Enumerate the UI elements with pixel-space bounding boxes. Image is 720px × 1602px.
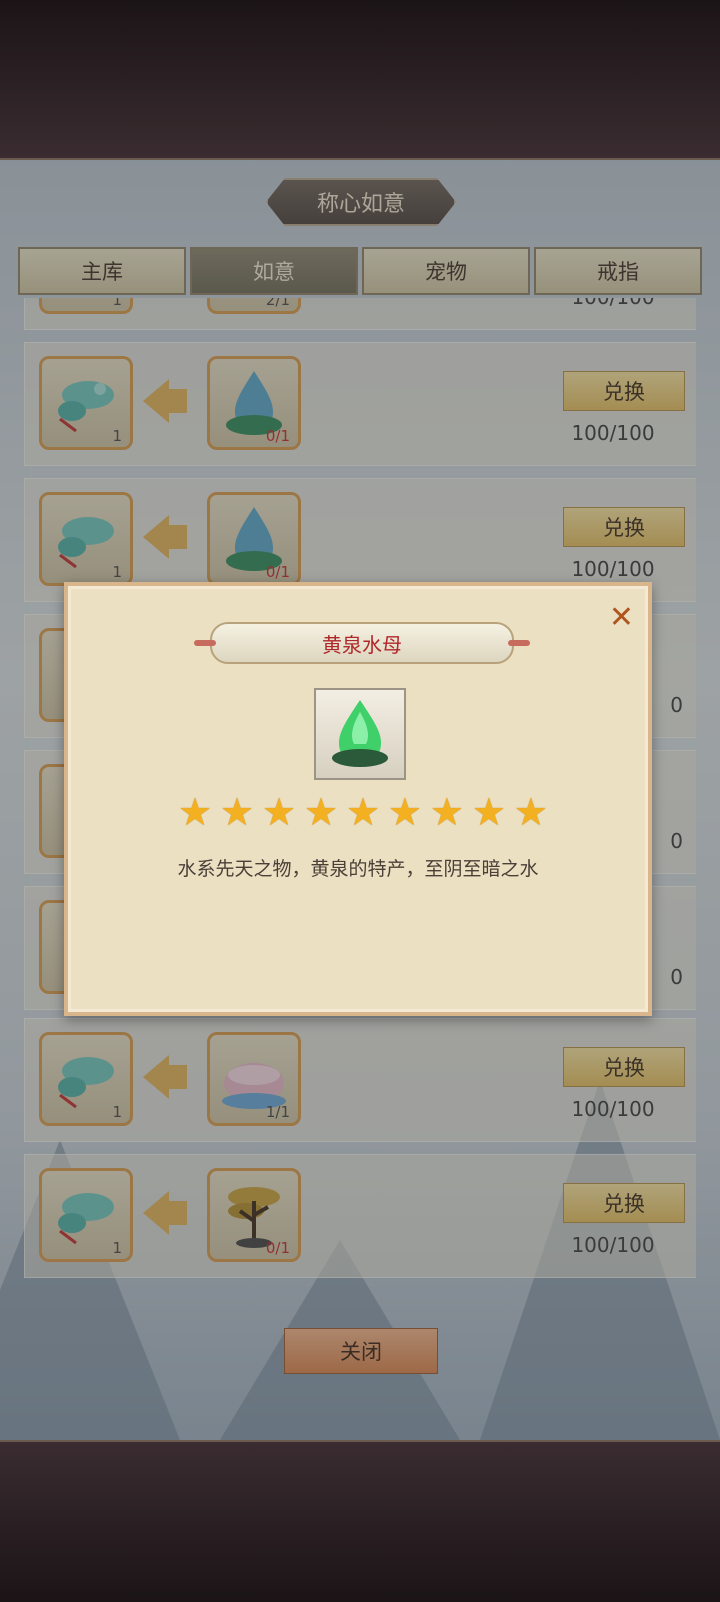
star-icon: ★ xyxy=(345,790,381,834)
water-spirit-icon xyxy=(332,700,388,767)
star-icon: ★ xyxy=(471,790,506,834)
star-icon: ★ xyxy=(303,790,339,834)
star-icon: ★ xyxy=(219,790,255,834)
bottom-border-band xyxy=(0,1440,720,1602)
star-icon: ★ xyxy=(178,790,213,834)
item-name: 黄泉水母 xyxy=(194,622,530,664)
item-icon-frame xyxy=(314,688,406,780)
item-detail-dialog: ✕ 黄泉水母 ★ ★ ★ ★ ★ ★ ★ ★ ★ 水系先天之物，黄泉的特产，至阴至暗之水 xyxy=(64,582,652,1016)
close-icon[interactable]: ✕ xyxy=(609,600,634,635)
star-icon: ★ xyxy=(261,790,297,834)
top-border-band xyxy=(0,0,720,160)
star-rating: ★ ★ ★ ★ ★ ★ ★ ★ ★ xyxy=(178,792,548,832)
item-description: 水系先天之物，黄泉的特产，至阴至暗之水 xyxy=(177,858,539,880)
star-icon: ★ xyxy=(513,790,548,834)
star-icon: ★ xyxy=(429,790,464,834)
star-icon: ★ xyxy=(387,790,422,834)
